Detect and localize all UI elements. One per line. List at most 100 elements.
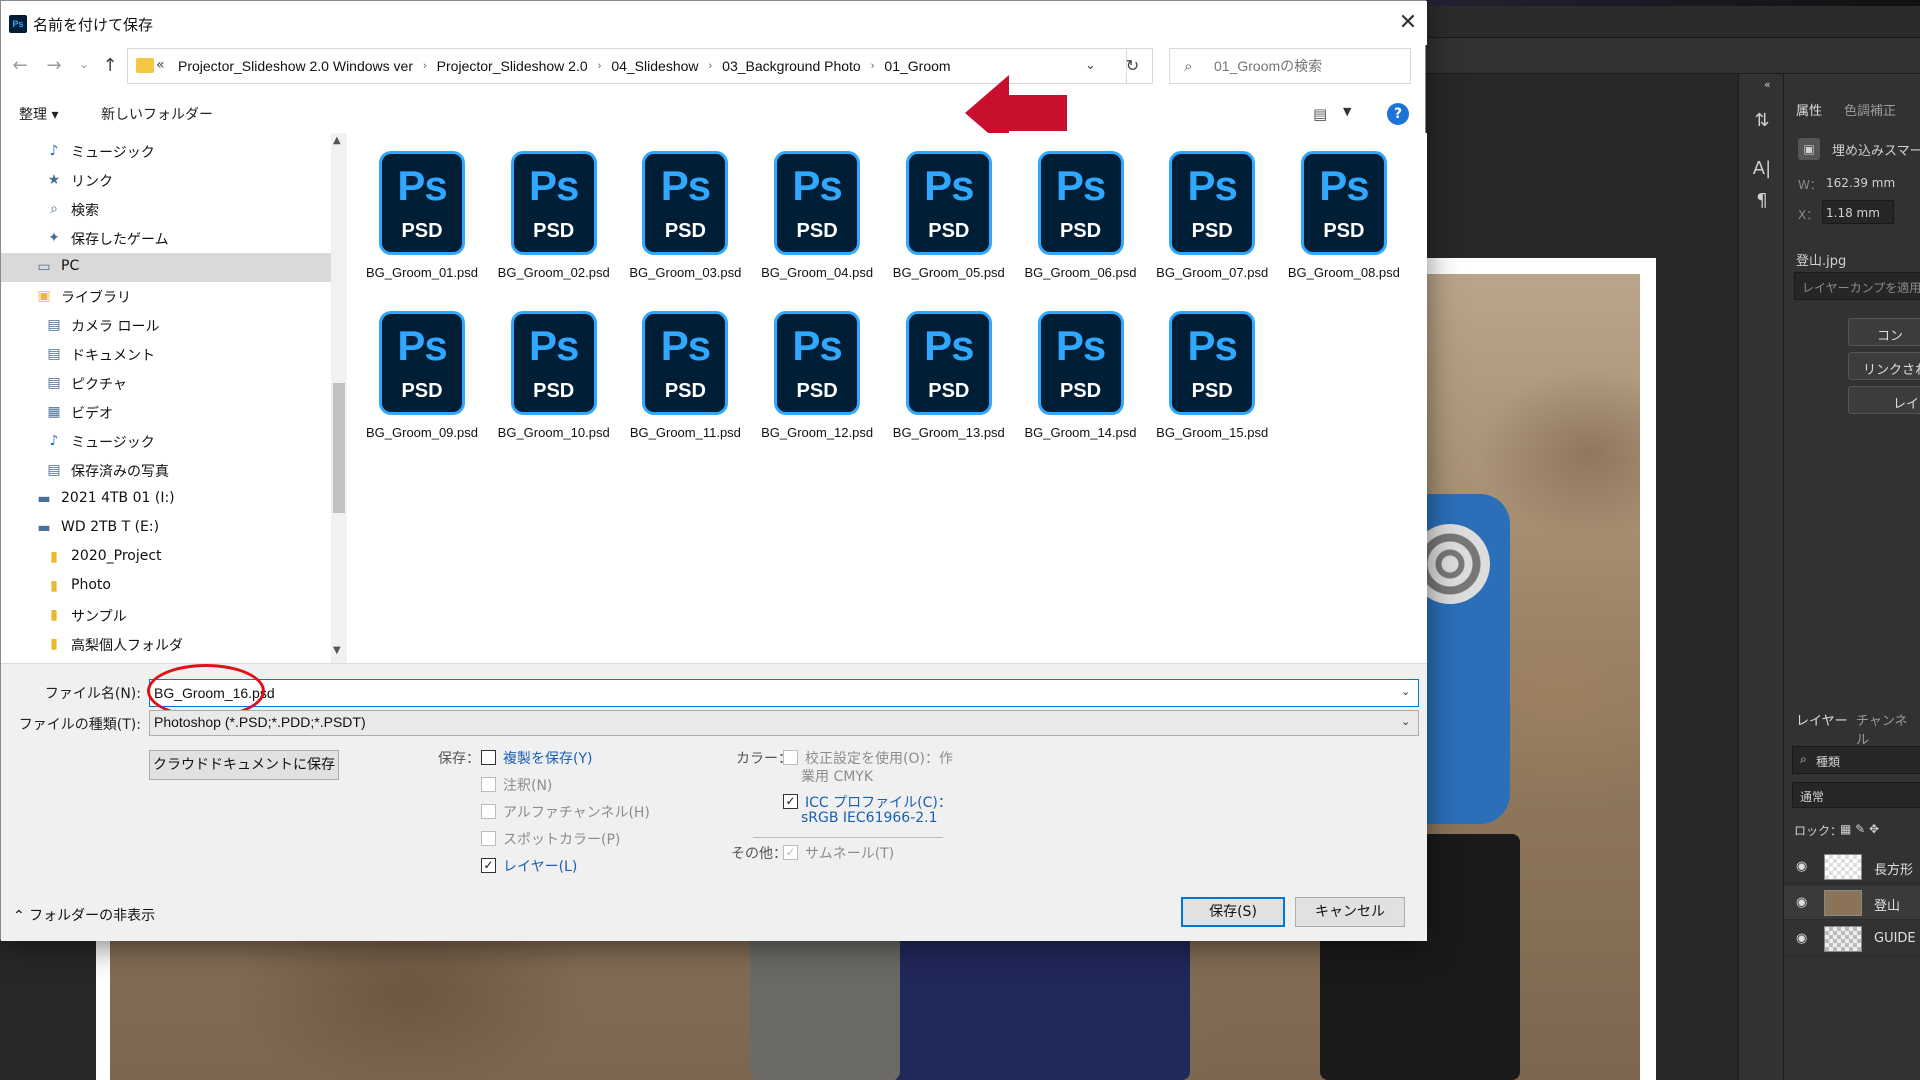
sidebar-item[interactable]: ✦ 保存したゲーム (1, 224, 331, 253)
eye-icon[interactable]: ◉ (1796, 895, 1807, 910)
file-item[interactable]: Ps PSD BG_Groom_01.psd (357, 141, 487, 291)
sidebar-item-label: ビデオ (71, 406, 113, 422)
file-item[interactable]: Ps PSD BG_Groom_06.psd (1016, 141, 1146, 291)
panel-collapse-icon[interactable]: « (1764, 78, 1771, 91)
recent-locations-icon[interactable]: ⌄ (73, 57, 95, 71)
file-item[interactable]: Ps PSD BG_Groom_15.psd (1147, 301, 1277, 451)
sidebar-item[interactable]: ▮ 高梨個人フォルダ (1, 630, 331, 659)
view-dropdown-icon[interactable]: ▼ (1343, 105, 1351, 118)
breadcrumb-item[interactable]: 03_Background Photo (716, 58, 867, 74)
file-item[interactable]: Ps PSD BG_Groom_10.psd (489, 301, 619, 451)
file-item[interactable]: Ps PSD BG_Groom_05.psd (884, 141, 1014, 291)
refresh-icon[interactable]: ↻ (1113, 48, 1153, 84)
navigation-scrollbar[interactable]: ▲ ▼ (331, 133, 347, 663)
layer-kind-filter[interactable] (1792, 746, 1920, 774)
thumbnail-checkbox[interactable]: ✓ (783, 845, 798, 860)
sidebar-item[interactable]: ♪ ミュージック (1, 137, 331, 166)
filename-field[interactable] (149, 679, 1419, 707)
file-item[interactable]: Ps PSD BG_Groom_11.psd (620, 301, 750, 451)
tab-adjustments[interactable]: 色調補正 (1844, 100, 1896, 119)
tab-properties[interactable]: 属性 (1796, 100, 1822, 119)
history-icon[interactable]: ⇅ (1749, 108, 1775, 134)
file-item[interactable]: Ps PSD BG_Groom_12.psd (752, 301, 882, 451)
forward-arrow-icon[interactable]: → (43, 55, 65, 76)
eye-icon[interactable]: ◉ (1796, 931, 1807, 946)
sidebar-item[interactable]: ▭ PC (1, 253, 331, 282)
sidebar-item[interactable]: ▬ WD 2TB T (E:) (1, 514, 331, 543)
save-option-checkbox[interactable] (481, 831, 496, 846)
search-input[interactable] (1214, 50, 1404, 82)
filetype-dropdown-icon[interactable]: ⌄ (1401, 715, 1410, 728)
breadcrumb-separator-icon[interactable]: › (705, 60, 717, 72)
file-item[interactable]: Ps PSD BG_Groom_14.psd (1016, 301, 1146, 451)
breadcrumb-item[interactable]: Projector_Slideshow 2.0 (431, 58, 594, 74)
sidebar-item[interactable]: ▤ カメラ ロール (1, 311, 331, 340)
file-item[interactable]: Ps PSD BG_Groom_09.psd (357, 301, 487, 451)
sidebar-item-icon: ▬ (37, 491, 51, 507)
breadcrumb-item-current[interactable]: 01_Groom (878, 58, 956, 74)
file-item[interactable]: Ps PSD BG_Groom_04.psd (752, 141, 882, 291)
file-item[interactable]: Ps PSD BG_Groom_02.psd (489, 141, 619, 291)
linked-button[interactable]: リンクされ (1848, 352, 1920, 380)
layer-button[interactable]: レイ (1848, 386, 1920, 414)
save-to-cloud-button[interactable]: クラウドドキュメントに保存 (149, 750, 339, 780)
hide-folders-toggle[interactable]: ⌃ フォルダーの非表示 (13, 905, 155, 925)
file-item[interactable]: Ps PSD BG_Groom_08.psd (1279, 141, 1409, 291)
eye-icon[interactable]: ◉ (1796, 859, 1807, 874)
lock-icons[interactable]: ▦ ✎ ✥ (1840, 822, 1879, 836)
convert-button[interactable]: コン (1848, 318, 1920, 346)
scroll-thumb[interactable] (333, 383, 345, 513)
character-icon[interactable]: A| (1749, 156, 1775, 182)
filetype-select[interactable]: Photoshop (*.PSD;*.PDD;*.PSDT) (149, 710, 1419, 736)
filename-dropdown-icon[interactable]: ⌄ (1401, 685, 1410, 698)
cancel-button[interactable]: キャンセル (1295, 897, 1405, 927)
paragraph-icon[interactable]: ¶ (1749, 188, 1775, 214)
sidebar-item-label: リンク (71, 174, 113, 190)
layer-row[interactable]: ◉ GUIDE (1784, 922, 1920, 956)
breadcrumb-separator-icon[interactable]: › (867, 60, 879, 72)
sidebar-item[interactable]: ⌕ 検索 (1, 195, 331, 224)
help-icon[interactable]: ? (1387, 103, 1409, 125)
sidebar-item[interactable]: ▮ サンプル (1, 601, 331, 630)
sidebar-item[interactable]: ▣ ライブラリ (1, 282, 331, 311)
search-box[interactable]: ⌕ (1169, 48, 1411, 84)
sidebar-item[interactable]: ▮ 2020_Project (1, 543, 331, 572)
save-button[interactable]: 保存(S) (1181, 897, 1285, 927)
proof-setup-checkbox[interactable] (783, 750, 798, 765)
layer-row[interactable]: ◉ 登山 (1784, 886, 1920, 920)
close-button[interactable]: ✕ (1393, 9, 1423, 37)
sidebar-item[interactable]: ★ リンク (1, 166, 331, 195)
tab-layers[interactable]: レイヤー (1796, 710, 1848, 729)
file-item[interactable]: Ps PSD BG_Groom_13.psd (884, 301, 1014, 451)
breadcrumb-item[interactable]: 04_Slideshow (605, 58, 704, 74)
sidebar-item[interactable]: ▤ ドキュメント (1, 340, 331, 369)
icc-profile-checkbox[interactable]: ✓ (783, 794, 798, 809)
new-folder-button[interactable]: 新しいフォルダー (101, 104, 213, 124)
save-option-checkbox[interactable] (481, 777, 496, 792)
breadcrumb-separator-icon[interactable]: › (594, 60, 606, 72)
tab-channels[interactable]: チャンネル (1856, 710, 1920, 748)
sidebar-item[interactable]: ♪ ミュージック (1, 427, 331, 456)
scroll-down-icon[interactable]: ▼ (333, 645, 341, 656)
layer-row[interactable]: ◉ 長方形 (1784, 850, 1920, 884)
save-option-checkbox[interactable] (481, 804, 496, 819)
breadcrumb-overflow-icon[interactable]: « (156, 57, 165, 73)
address-dropdown-icon[interactable]: ⌄ (1085, 58, 1096, 73)
scroll-up-icon[interactable]: ▲ (333, 135, 341, 146)
file-item[interactable]: Ps PSD BG_Groom_03.psd (620, 141, 750, 291)
sidebar-item[interactable]: ▮ Photo (1, 572, 331, 601)
breadcrumb-item[interactable]: Projector_Slideshow 2.0 Windows ver (172, 58, 419, 74)
view-options-icon[interactable]: ▤ (1313, 105, 1327, 123)
up-arrow-icon[interactable]: ↑ (99, 55, 121, 76)
breadcrumb-separator-icon[interactable]: › (419, 60, 431, 72)
file-item[interactable]: Ps PSD BG_Groom_07.psd (1147, 141, 1277, 291)
organize-button[interactable]: 整理 ▾ (19, 104, 58, 124)
save-option-checkbox[interactable] (481, 750, 496, 765)
back-arrow-icon[interactable]: ← (9, 55, 31, 76)
sidebar-item[interactable]: ▤ ピクチャ (1, 369, 331, 398)
sidebar-item[interactable]: ▬ 2021 4TB 01 (I:) (1, 485, 331, 514)
sidebar-item[interactable]: ▤ 保存済みの写真 (1, 456, 331, 485)
save-option-checkbox[interactable]: ✓ (481, 858, 496, 873)
sidebar-item[interactable]: ▦ ビデオ (1, 398, 331, 427)
file-name: BG_Groom_10.psd (497, 425, 610, 440)
